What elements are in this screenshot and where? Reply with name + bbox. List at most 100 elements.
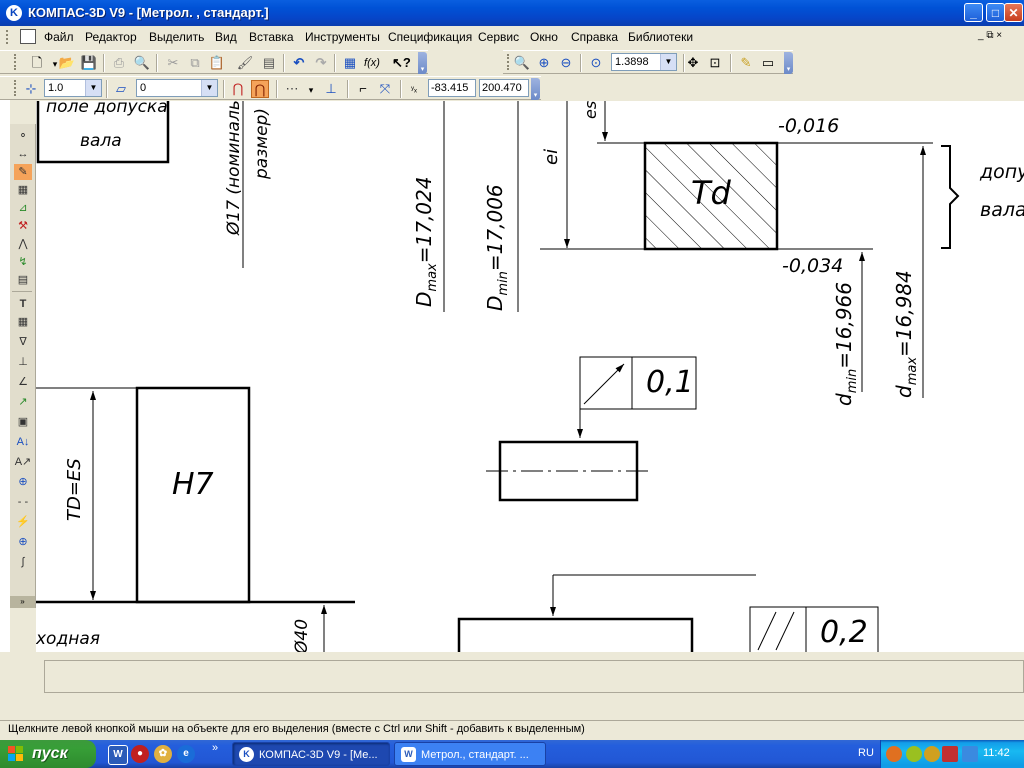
axis-line-icon[interactable]: - - [14,494,32,510]
menu-libraries[interactable]: Библиотеки [628,30,693,44]
center-mark-icon[interactable]: ⊕ [14,534,32,550]
start-button[interactable]: пуск [0,740,96,768]
minimize-button[interactable]: _ [964,3,983,22]
language-indicator[interactable]: RU [858,747,874,759]
document-icon[interactable] [20,29,36,44]
spec-icon[interactable]: ▤ [14,272,32,288]
zoom-scale-icon[interactable]: ⊙ [587,54,605,72]
layer-combo[interactable]: 0 ▼ [136,79,218,97]
maximize-button[interactable]: □ [986,3,1005,22]
line-scale-combo[interactable]: 1.0 ▼ [44,79,102,97]
tolerance-frame-icon[interactable]: ▣ [14,414,32,430]
layers-icon[interactable]: ▱ [112,80,130,98]
snap-magnet-icon[interactable]: ⋂ [229,80,247,98]
wavy-line-icon[interactable]: ⚡ [14,514,32,530]
command-field[interactable] [44,660,1024,693]
measure-icon[interactable]: ⚒ [14,218,32,234]
zoom-window-icon[interactable]: 🔍 [513,54,531,72]
menu-window[interactable]: Окно [530,30,558,44]
dimensions-icon[interactable]: ↔ [14,146,32,162]
menu-service[interactable]: Сервис [478,30,519,44]
chevron-down-icon[interactable]: ▾ [302,80,320,98]
regenerate-icon[interactable]: ✎ [737,54,755,72]
menu-file[interactable]: Файл [44,30,74,44]
cut-line-icon[interactable]: A↗ [14,454,32,470]
table-tool-icon[interactable]: ▦ [14,314,32,330]
panel-expand-icon[interactable]: » [10,596,35,608]
pan-icon[interactable]: ✥ [684,54,702,72]
copy-icon[interactable]: ⧉ [186,54,204,72]
function-fx-icon[interactable]: f(x) [363,54,381,72]
select-icon[interactable]: ⋀ [14,236,32,252]
roughness-icon[interactable]: ∇ [14,334,32,350]
show-all-icon[interactable]: ⊡ [706,54,724,72]
menu-specification[interactable]: Спецификация [388,30,472,44]
zoom-in-icon[interactable]: ⊕ [535,54,553,72]
close-button[interactable]: ✕ [1004,3,1023,22]
chevron-down-icon[interactable]: ▼ [201,80,217,96]
text-tool-icon[interactable]: T [14,296,32,312]
snap-local-icon[interactable]: ⋂ [251,80,269,98]
print-preview-icon[interactable]: 🔍 [133,54,151,72]
tray-collapse-icon[interactable] [886,746,902,762]
save-icon[interactable]: 💾 [80,54,98,72]
task-kompas[interactable]: K КОМПАС-3D V9 - [Ме... [232,742,390,766]
menu-edit[interactable]: Редактор [85,30,137,44]
orthogonal-icon[interactable]: ⊥ [322,80,340,98]
local-cs-icon[interactable]: ⊹ [22,80,40,98]
leader-line-icon[interactable]: ∠ [14,374,32,390]
position-leader-icon[interactable]: ↗ [14,394,32,410]
tray-app-icon[interactable] [924,746,940,762]
zoom-out-icon[interactable]: ⊖ [557,54,575,72]
toolbar-options-icon[interactable]: ▾ [418,52,427,74]
calculator-icon[interactable]: ▦ [341,54,359,72]
edit-icon[interactable]: ▦ [14,182,32,198]
cut-icon[interactable]: ✂ [164,54,182,72]
coord-y-field[interactable]: 200.470 [479,79,529,97]
drawing-canvas[interactable]: поле допуска вала Ø17 (номиналь размер) … [36,101,1024,652]
arrow-direction-icon[interactable]: A↓ [14,434,32,450]
open-folder-icon[interactable]: 📂 [58,54,76,72]
messenger-quicklaunch-icon[interactable]: ✿ [154,745,172,763]
ortho-mode-icon[interactable]: ⌐ [354,80,372,98]
coord-x-field[interactable]: -83.415 [428,79,476,97]
toolbar-options-icon[interactable]: ▾ [784,52,793,74]
redo-icon[interactable]: ↷ [312,54,330,72]
tray-antivirus-icon[interactable] [906,746,922,762]
print-icon[interactable]: ⎙ [110,54,128,72]
geometry-icon[interactable]: ⚬ [14,128,32,144]
display-mode-icon[interactable]: ▭ [759,54,777,72]
paste-icon[interactable]: 📋 [208,54,226,72]
undo-icon[interactable]: ↶ [290,54,308,72]
menu-tools[interactable]: Инструменты [305,30,380,44]
ie-quicklaunch-icon[interactable]: e [177,745,195,763]
menu-help[interactable]: Справка [571,30,618,44]
properties-brush-icon[interactable]: 🖌 [236,54,254,72]
media-quicklaunch-icon[interactable]: ● [131,745,149,763]
menu-view[interactable]: Вид [215,30,237,44]
toolbar-options-icon[interactable]: ▾ [531,78,540,100]
kompas-app-icon[interactable]: K [6,5,22,21]
chevron-down-icon[interactable]: ▼ [85,80,101,96]
tray-volume-icon[interactable] [962,746,978,762]
new-document-icon[interactable]: 🗋 [28,54,46,72]
base-icon[interactable]: ⊥ [14,354,32,370]
associative-views-icon[interactable]: ↯ [14,254,32,270]
manager-icon[interactable]: ▤ [260,54,278,72]
word-quicklaunch-icon[interactable]: W [108,745,128,765]
task-word-document[interactable]: W Метрол., стандарт. ... [394,742,546,766]
menu-insert[interactable]: Вставка [249,30,294,44]
parametrization-icon[interactable]: ⊿ [14,200,32,216]
zoom-combo[interactable]: 1.3898 ▼ [611,53,677,71]
cursor-coords-icon[interactable]: ⤧ [376,80,394,98]
grid-icon[interactable]: ⋯ [283,80,301,98]
menu-select[interactable]: Выделить [149,30,204,44]
view-icon[interactable]: ⊕ [14,474,32,490]
designations-icon[interactable]: ✎ [14,164,32,180]
help-pointer-icon[interactable]: ↖? [392,54,411,72]
tray-network-icon[interactable] [942,746,958,762]
quicklaunch-more-icon[interactable]: » [212,742,218,754]
break-line-icon[interactable]: ∫ [14,554,32,570]
mdi-controls[interactable]: _ ⧉ × [978,30,1002,41]
chevron-down-icon[interactable]: ▼ [660,54,676,70]
